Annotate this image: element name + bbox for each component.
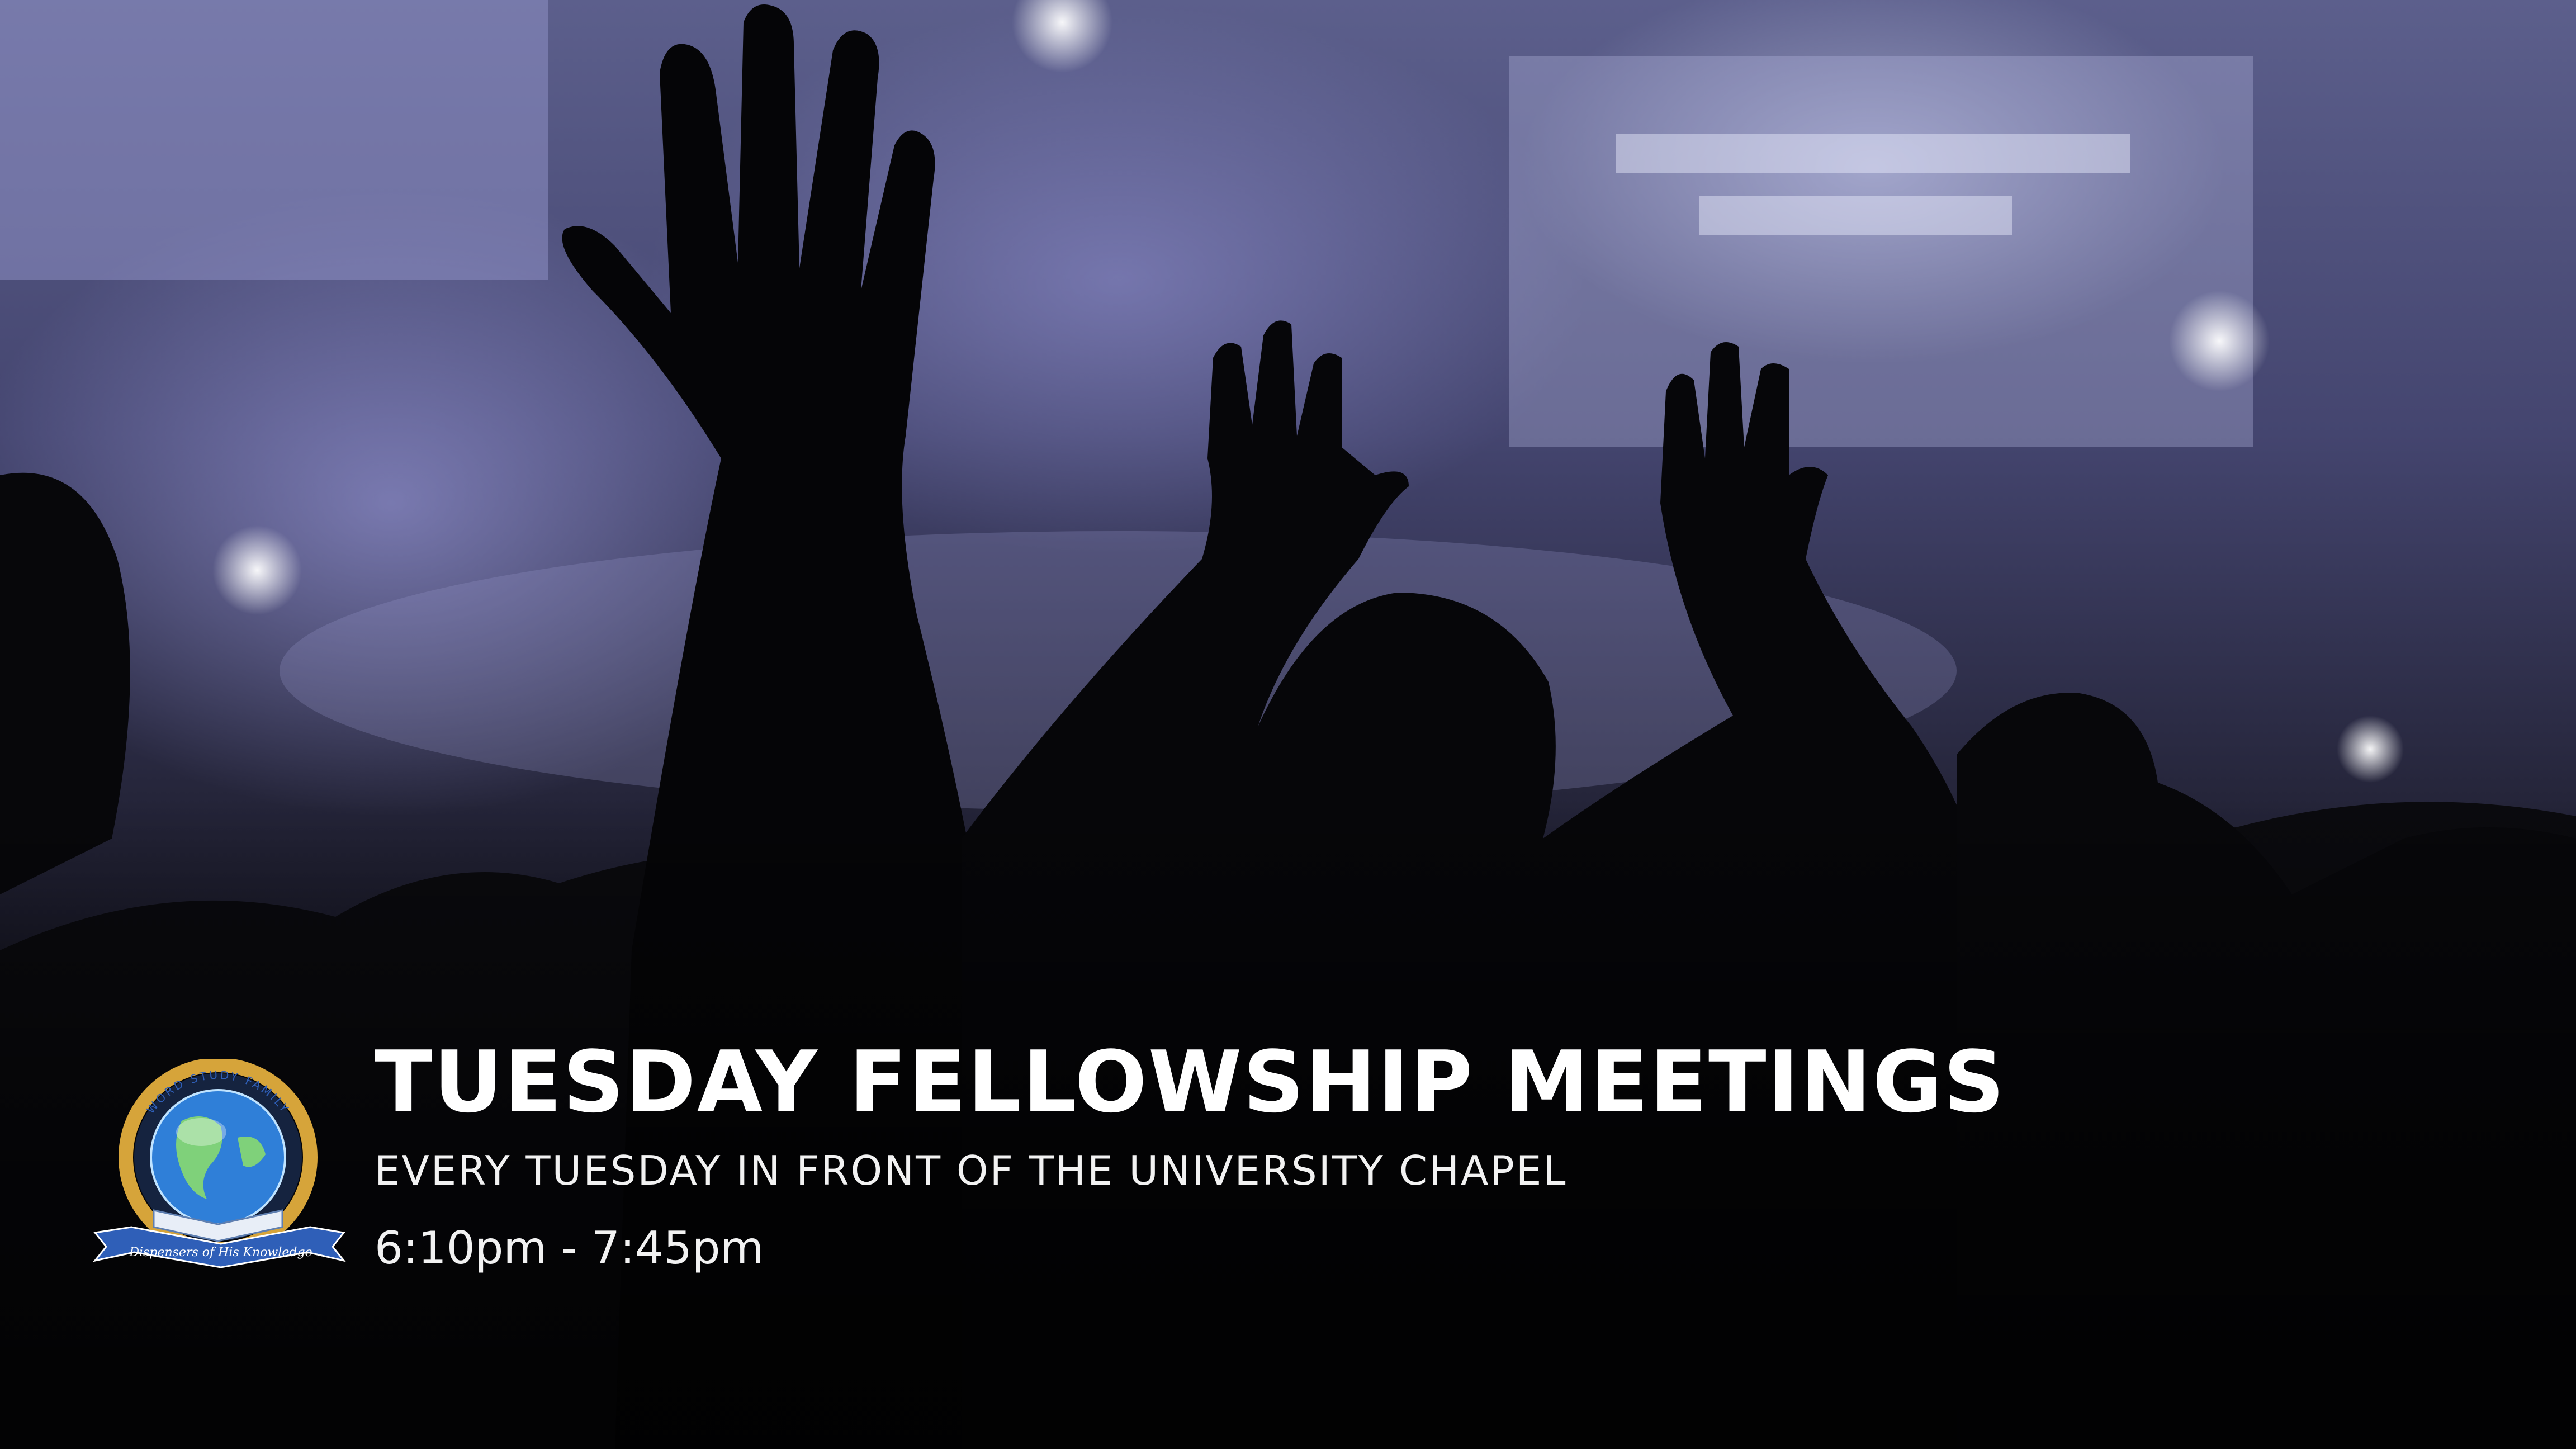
- event-details: TUESDAY FELLOWSHIP MEETINGS EVERY TUESDA…: [375, 1033, 2163, 1275]
- ministry-logo: Dispensers of His Knowledge WORD STUDY F…: [93, 1059, 346, 1268]
- event-banner: Dispensers of His Knowledge WORD STUDY F…: [0, 0, 2576, 1449]
- logo-ribbon-text: Dispensers of His Knowledge: [129, 1246, 312, 1259]
- event-location: EVERY TUESDAY IN FRONT OF THE UNIVERSITY…: [375, 1147, 1568, 1194]
- globe-icon: [150, 1089, 286, 1225]
- event-title: TUESDAY FELLOWSHIP MEETINGS: [375, 1033, 2006, 1131]
- event-time: 6:10pm - 7:45pm: [375, 1222, 764, 1274]
